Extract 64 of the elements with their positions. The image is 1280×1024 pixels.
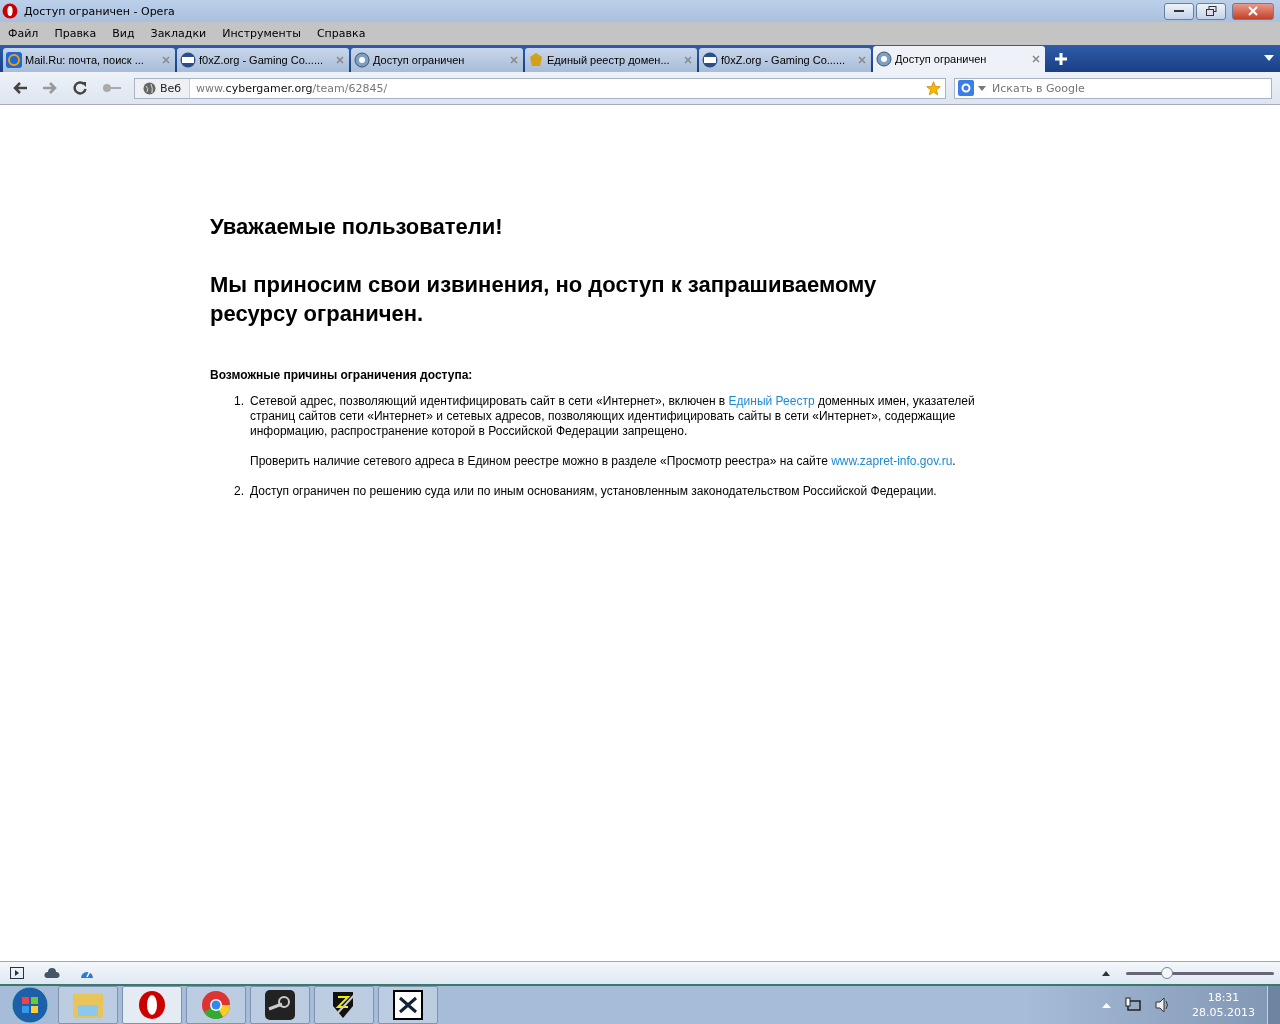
new-tab-icon[interactable] (1055, 53, 1067, 65)
globe-icon (354, 52, 370, 68)
close-icon (1248, 6, 1258, 16)
menu-item[interactable]: Инструменты (222, 27, 301, 40)
browser-tab[interactable]: Доступ ограничен (351, 48, 523, 72)
minimize-icon (1174, 9, 1184, 13)
start-button[interactable] (11, 986, 49, 1024)
opera-logo-icon (2, 3, 18, 19)
web-badge[interactable]: Веб (135, 78, 191, 98)
list-number: 2. (233, 484, 245, 500)
back-icon[interactable] (12, 81, 28, 95)
browser-tab[interactable]: Доступ ограничен (873, 46, 1045, 72)
chrome-icon (201, 990, 231, 1020)
browser-tab[interactable]: Единый реестр домен... (525, 48, 697, 72)
url-text: www.cybergamer.org/team/62845/ (195, 81, 388, 95)
panel-toggle-icon[interactable] (10, 967, 24, 979)
menu-item[interactable]: Закладки (150, 27, 207, 40)
shield-sword-icon (329, 990, 359, 1020)
window-title: Доступ ограничен - Opera (24, 4, 175, 18)
browser-tab[interactable]: f0xZ.org - Gaming Co...... (177, 48, 349, 72)
browser-tab[interactable]: Mail.Ru: почта, поиск ... (3, 48, 175, 72)
cloud-icon[interactable] (44, 968, 60, 978)
dropdown-icon[interactable] (1264, 55, 1274, 61)
reload-icon[interactable] (72, 80, 88, 96)
close-tab-icon[interactable] (1032, 55, 1040, 63)
paragraph: Проверить наличие сетевого адреса в Едином реестре можно в разделе «Просмотр реестра» на сайте www.zapret-info.gov.ru. (250, 454, 957, 469)
zoom-slider[interactable] (1126, 967, 1274, 979)
address-field[interactable]: Веб www.cybergamer.org/team/62845/ (134, 77, 946, 99)
speaker-icon[interactable] (1155, 997, 1171, 1013)
minimize-button[interactable] (1164, 2, 1194, 20)
menu-item[interactable]: Файл (8, 27, 39, 40)
forward-icon[interactable] (42, 81, 58, 95)
link[interactable]: Единый Реестр (728, 394, 815, 408)
menu-item[interactable]: Вид (112, 27, 135, 40)
taskbar-app[interactable] (314, 986, 374, 1024)
menu-item[interactable]: Правка (54, 27, 97, 40)
reasons-title: Возможные причины ограничения доступа: (210, 368, 474, 382)
paragraph: Доступ ограничен по решению суда или по иным основаниям, установленным законодательством Российской Федерации. (250, 484, 938, 499)
list-number: 1. (233, 394, 245, 410)
restore-icon (1205, 6, 1217, 16)
show-desktop-button[interactable] (1267, 986, 1280, 1024)
star-icon[interactable] (926, 80, 941, 96)
triangle-up-icon[interactable] (1102, 970, 1110, 976)
heading: Уважаемые пользователи! (210, 213, 504, 241)
heading: Мы приносим свои извинения, но доступ к запрашиваемому ресурсу ограничен. (210, 271, 878, 328)
emblem-icon (528, 52, 544, 68)
taskbar-app[interactable] (378, 986, 438, 1024)
network-icon[interactable] (1125, 997, 1141, 1013)
menu-item[interactable]: Справка (316, 27, 366, 40)
x-logo-icon (393, 990, 423, 1020)
search-field[interactable]: Искать в Google (954, 77, 1272, 99)
globe-icon (876, 51, 892, 67)
caret-icon[interactable] (978, 85, 986, 91)
restore-button[interactable] (1196, 2, 1226, 20)
taskbar-app[interactable] (250, 986, 310, 1024)
close-button[interactable] (1232, 2, 1274, 20)
zoom-slider-thumb[interactable] (1161, 967, 1174, 979)
site-logo-icon (702, 52, 718, 68)
google-icon[interactable] (958, 80, 974, 96)
folder-icon (72, 991, 104, 1019)
site-logo-icon (180, 52, 196, 68)
paragraph: Сетевой адрес, позволяющий идентифицировать сайт в сети «Интернет», включен в Единый Реестр доменных имен, указателей страниц сайтов сети «Интернет» и сетевых адресов, позволяющих идентифицировать сайты в сети «Интернет», содержащие информацию, распространение которой в Российской Федерации запрещено. (250, 394, 976, 439)
browser-tab[interactable]: f0xZ.org - Gaming Co...... (699, 48, 871, 72)
opera-icon (137, 990, 167, 1020)
